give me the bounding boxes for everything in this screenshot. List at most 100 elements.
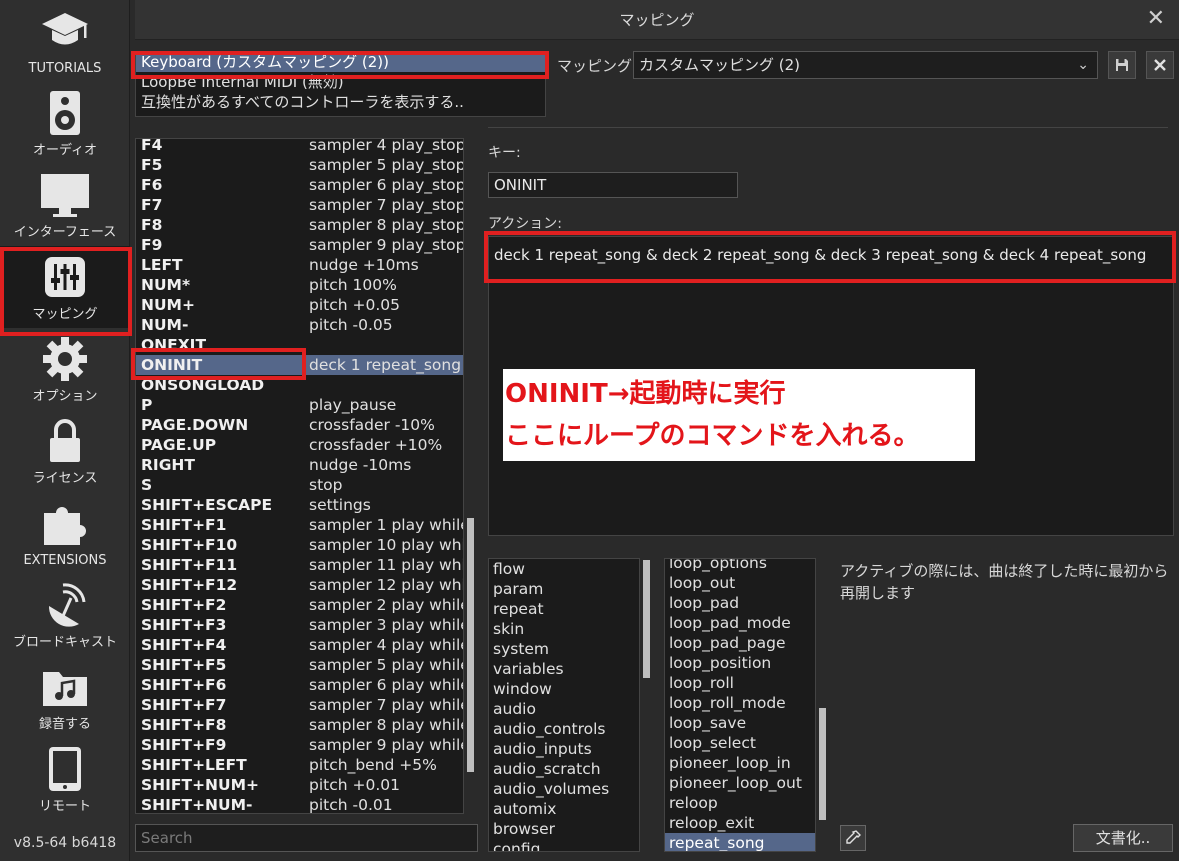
key-name: ONSONGLOAD <box>141 376 265 394</box>
device-item[interactable]: LoopBe Internal MIDI (無効) <box>136 72 545 92</box>
key-row[interactable]: SHIFT+F12 sampler 12 play whil <box>136 575 463 595</box>
device-item[interactable]: Keyboard (カスタムマッピング (2)) <box>136 52 545 72</box>
key-row[interactable]: PAGE.UP crossfader +10% <box>136 435 463 455</box>
key-row[interactable]: NUM* pitch 100% <box>136 275 463 295</box>
verb-item[interactable]: loop_pad_mode <box>665 613 815 633</box>
key-row[interactable]: SHIFT+ESCAPE settings <box>136 495 463 515</box>
key-row[interactable]: NUM-pitch -0.05 <box>136 315 463 335</box>
verb-item[interactable]: loop_roll <box>665 673 815 693</box>
save-button[interactable] <box>1108 51 1136 79</box>
key-row[interactable]: SHIFT+F3 sampler 3 play while <box>136 615 463 635</box>
category-item[interactable]: audio <box>489 699 639 719</box>
verb-item[interactable]: reloop_exit <box>665 813 815 833</box>
sidebar-item-broadcast[interactable]: ブロードキャスト <box>0 574 130 656</box>
category-item[interactable]: variables <box>489 659 639 679</box>
category-item[interactable]: skin <box>489 619 639 639</box>
sidebar-item-remote[interactable]: リモート <box>0 738 130 820</box>
version-label: v8.5-64 b6418 <box>13 835 117 851</box>
key-row[interactable]: SHIFT+LEFT pitch_bend +5% <box>136 755 463 775</box>
key-input[interactable]: ONINIT <box>488 172 738 198</box>
sidebar-item-options[interactable]: オプション <box>0 328 130 410</box>
key-row[interactable]: SHIFT+F10 sampler 10 play whil <box>136 535 463 555</box>
key-row[interactable]: LEFT nudge +10ms <box>136 255 463 275</box>
category-scrollbar[interactable] <box>641 558 652 852</box>
scrollbar-thumb[interactable] <box>643 560 650 678</box>
verb-item[interactable]: pioneer_loop_in <box>665 753 815 773</box>
verb-scrollbar[interactable] <box>817 558 828 852</box>
key-row[interactable]: ONEXIT <box>136 335 463 355</box>
sidebar-item-tutorials[interactable]: TUTORIALS <box>0 0 130 82</box>
key-row[interactable]: ONINIT deck 1 repeat_song <box>136 355 463 375</box>
category-item[interactable]: audio_inputs <box>489 739 639 759</box>
sidebar-item-interface[interactable]: インターフェース <box>0 164 130 246</box>
key-row[interactable]: F7 sampler 7 play_stop <box>136 195 463 215</box>
sidebar-item-record[interactable]: 録音する <box>0 656 130 738</box>
search-input[interactable]: Search <box>135 824 478 852</box>
category-item[interactable]: config <box>489 839 639 851</box>
device-item[interactable]: 互換性があるすべてのコントローラを表示する.. <box>136 92 545 112</box>
scrollbar-thumb[interactable] <box>467 518 474 772</box>
key-row[interactable]: SHIFT+NUM+ pitch +0.01 <box>136 775 463 795</box>
sidebar-item-audio[interactable]: オーディオ <box>0 82 130 164</box>
key-row[interactable]: SHIFT+F4 sampler 4 play while <box>136 635 463 655</box>
category-item[interactable]: audio_controls <box>489 719 639 739</box>
picker-button[interactable] <box>840 825 866 851</box>
speaker-icon <box>0 88 130 138</box>
key-row[interactable]: PAGE.DOWN crossfader -10% <box>136 415 463 435</box>
key-row[interactable]: F8 sampler 8 play_stop <box>136 215 463 235</box>
category-item[interactable]: param <box>489 579 639 599</box>
key-row[interactable]: ONSONGLOAD <box>136 375 463 395</box>
verb-item[interactable]: repeat_song <box>665 833 815 851</box>
verb-item[interactable]: loop_options <box>665 559 815 573</box>
verb-item[interactable]: loop_roll_mode <box>665 693 815 713</box>
category-item[interactable]: system <box>489 639 639 659</box>
key-row[interactable]: SHIFT+F8 sampler 8 play while <box>136 715 463 735</box>
key-row[interactable]: NUM+ pitch +0.05 <box>136 295 463 315</box>
key-action: sampler 7 play while <box>309 696 464 714</box>
sidebar-item-license[interactable]: ライセンス <box>0 410 130 492</box>
verb-item[interactable]: loop_pad <box>665 593 815 613</box>
key-row[interactable]: SHIFT+F7 sampler 7 play while <box>136 695 464 715</box>
verb-item[interactable]: loop_pad_page <box>665 633 815 653</box>
key-row[interactable]: SHIFT+F5 sampler 5 play while <box>136 655 463 675</box>
verb-item[interactable]: loop_out <box>665 573 815 593</box>
key-row[interactable]: SHIFT+F9 sampler 9 play while <box>136 735 463 755</box>
key-row[interactable]: F9 sampler 9 play_stop <box>136 235 463 255</box>
sidebar-item-mapping[interactable]: マッピング <box>0 246 130 328</box>
category-item[interactable]: flow <box>489 559 639 579</box>
close-button[interactable]: ✕ <box>1147 8 1165 30</box>
key-row[interactable]: Pplay_pause <box>136 395 463 415</box>
verb-item[interactable]: pioneer_loop_out <box>665 773 815 793</box>
key-row[interactable]: F5 sampler 5 play_stop <box>136 155 463 175</box>
key-row[interactable]: F6 sampler 6 play_stop <box>136 175 463 195</box>
key-name: SHIFT+F9 <box>141 736 227 754</box>
category-item[interactable]: browser <box>489 819 639 839</box>
key-row[interactable]: SHIFT+F1 sampler 1 play while <box>136 515 463 535</box>
verb-item[interactable]: reloop <box>665 793 815 813</box>
graduation-cap-icon <box>0 6 130 56</box>
key-row[interactable]: RIGHT nudge -10ms <box>136 455 463 475</box>
category-item[interactable]: audio_volumes <box>489 779 639 799</box>
verb-item[interactable]: loop_select <box>665 733 815 753</box>
key-name: NUM* <box>141 276 191 294</box>
verb-item[interactable]: loop_save <box>665 713 815 733</box>
key-row[interactable]: Sstop <box>136 475 463 495</box>
verb-item[interactable]: loop_position <box>665 653 815 673</box>
category-item[interactable]: automix <box>489 799 639 819</box>
sidebar-item-extensions[interactable]: EXTENSIONS <box>0 492 130 574</box>
key-row[interactable]: F4 sampler 4 play_stop <box>136 139 463 155</box>
key-row[interactable]: SHIFT+F11 sampler 11 play whil <box>136 555 463 575</box>
key-list-scrollbar[interactable] <box>465 138 476 814</box>
key-row[interactable]: SHIFT+NUM-pitch -0.01 <box>136 795 463 813</box>
category-item[interactable]: repeat <box>489 599 639 619</box>
key-action: crossfader -10% <box>309 416 435 434</box>
mapping-select[interactable]: カスタムマッピング (2) ⌄ <box>633 51 1098 79</box>
category-item[interactable]: audio_scratch <box>489 759 639 779</box>
scrollbar-thumb[interactable] <box>819 708 826 820</box>
category-item[interactable]: window <box>489 679 639 699</box>
delete-button[interactable] <box>1146 51 1174 79</box>
key-row[interactable]: SHIFT+F2 sampler 2 play while <box>136 595 463 615</box>
key-row[interactable]: SHIFT+F6 sampler 6 play while <box>136 675 463 695</box>
key-name: SHIFT+F3 <box>141 616 227 634</box>
document-button[interactable]: 文書化.. <box>1073 824 1173 852</box>
